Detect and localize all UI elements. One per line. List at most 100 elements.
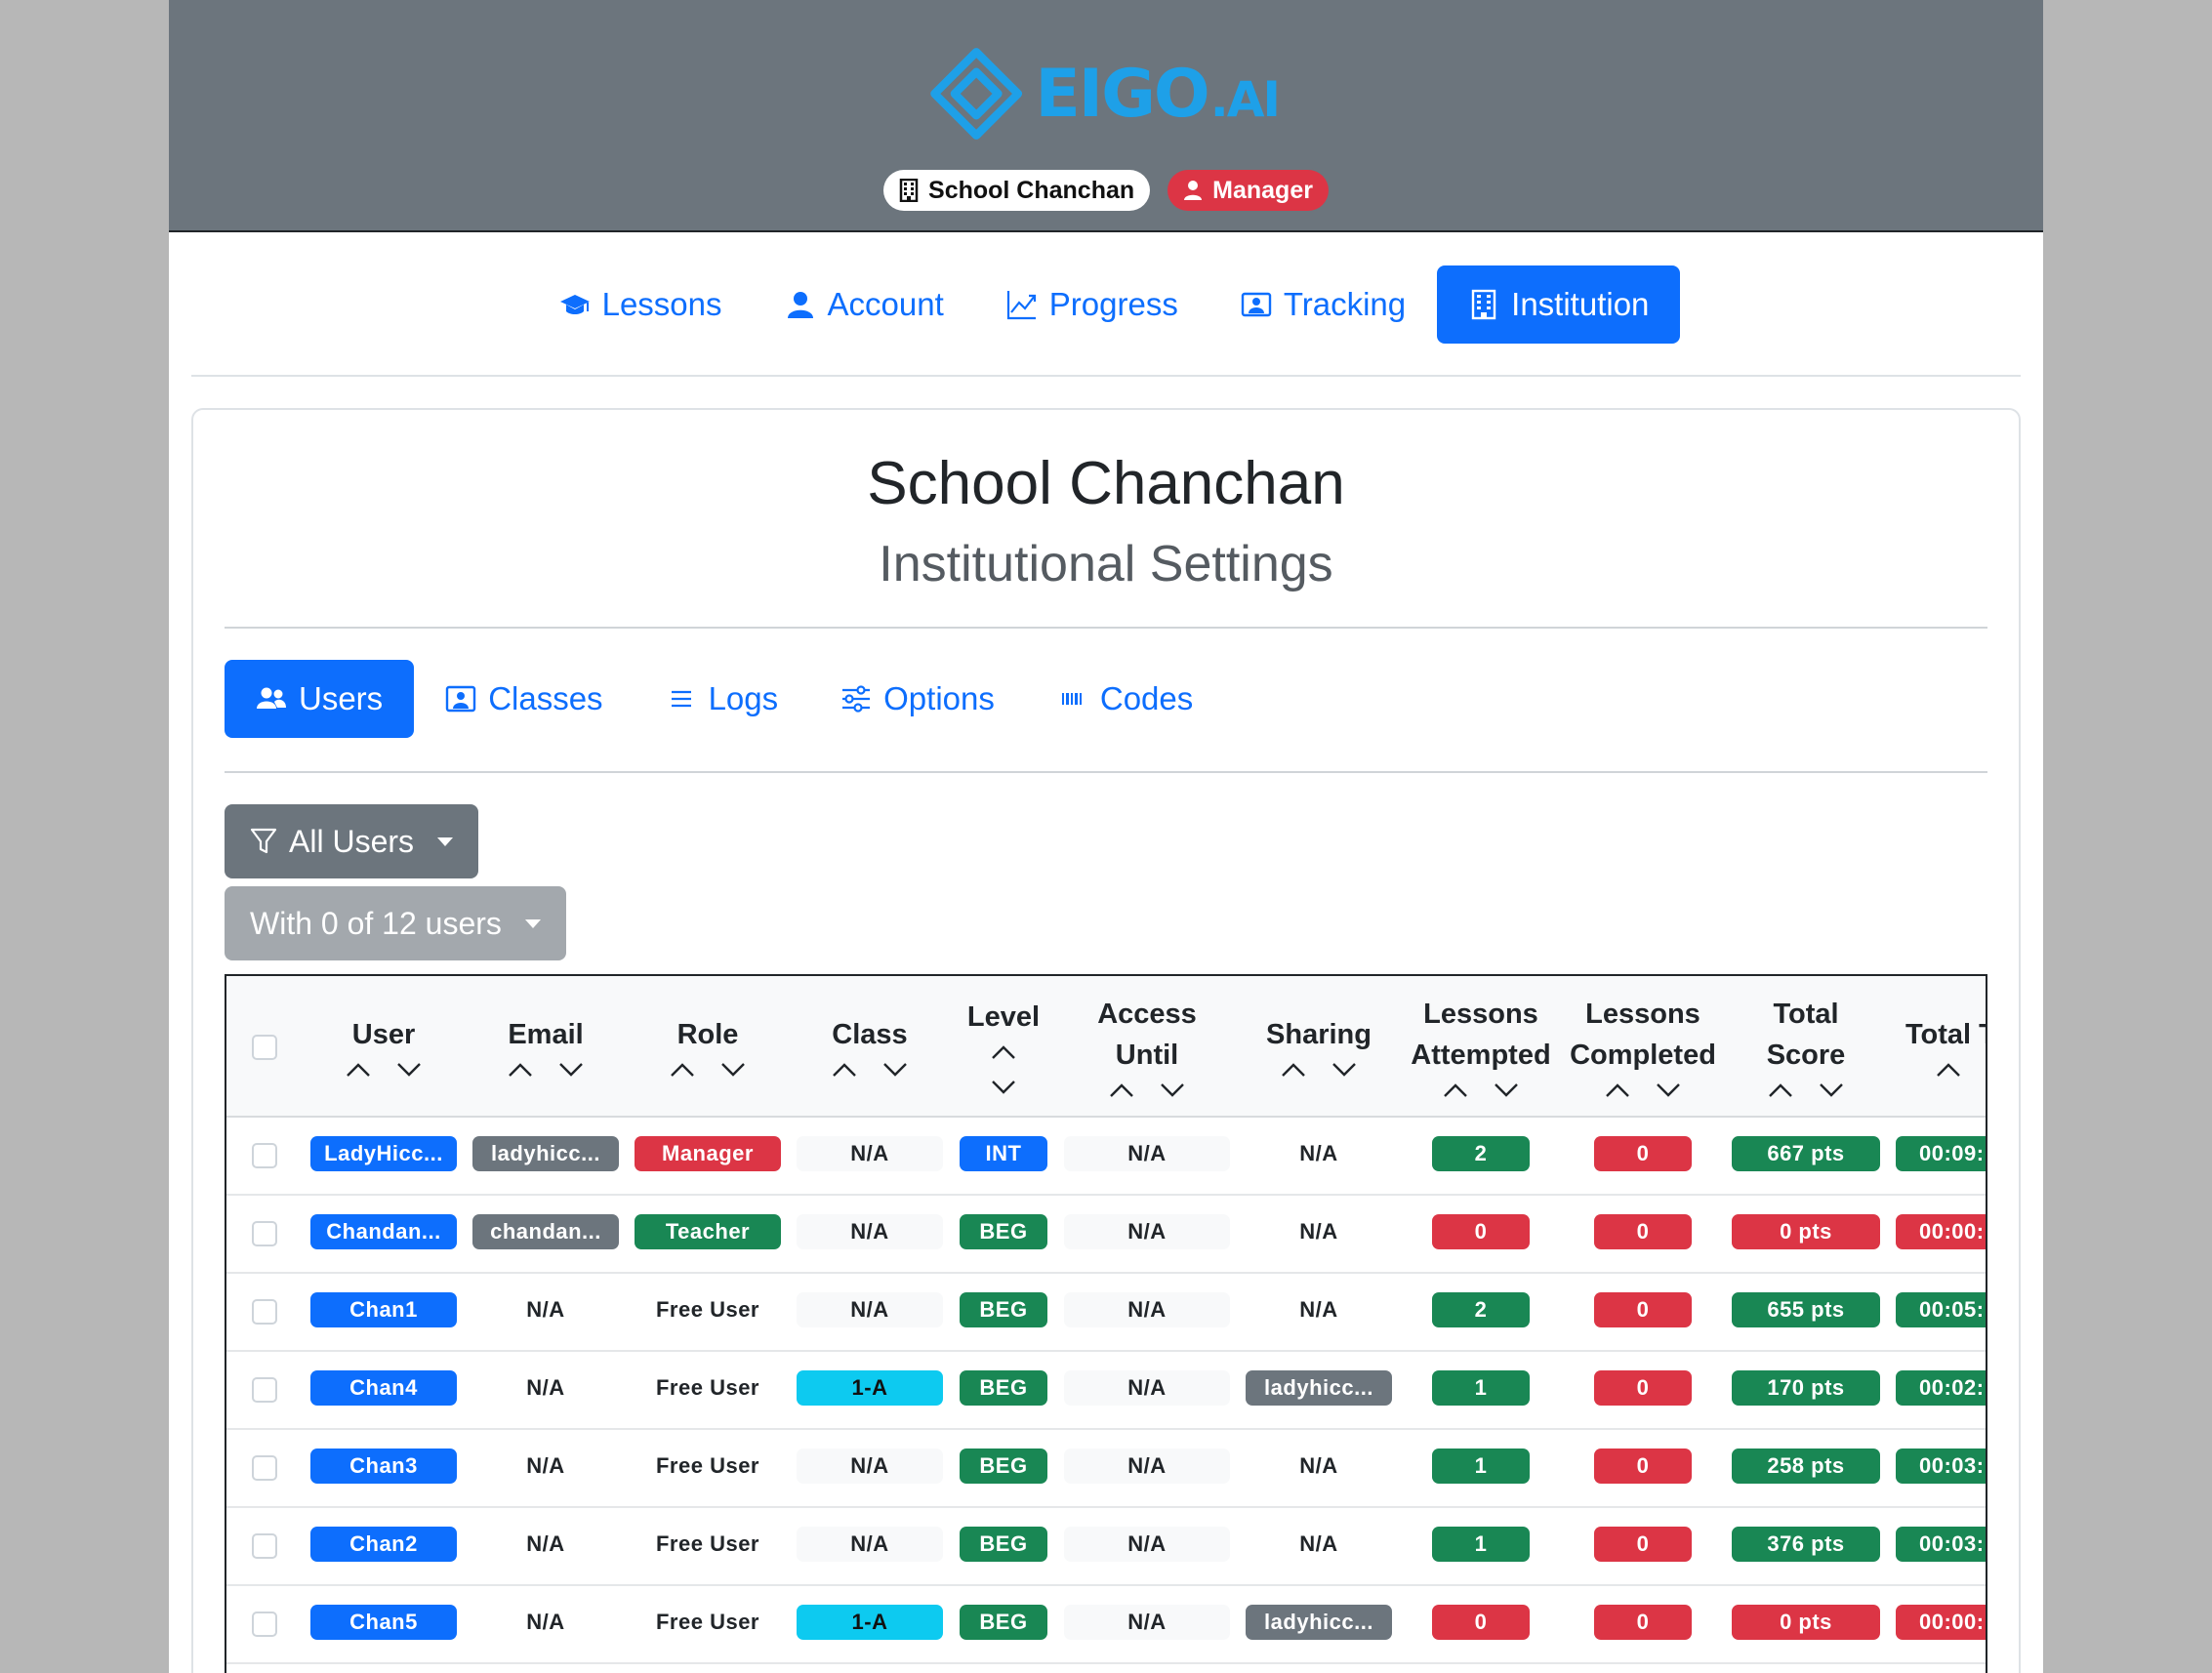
sharing-cell: N/A: [1238, 1507, 1400, 1585]
score-badge: 170 pts: [1732, 1369, 1880, 1406]
access-cell: N/A: [1056, 1585, 1238, 1663]
level-badge[interactable]: BEG: [960, 1448, 1047, 1484]
sort-desc-icon[interactable]: [719, 1061, 747, 1079]
role-badge[interactable]: Manager: [635, 1135, 781, 1171]
level-badge[interactable]: BEG: [960, 1526, 1047, 1562]
tab-logs[interactable]: Logs: [635, 660, 810, 738]
sort-desc-icon[interactable]: [1159, 1081, 1186, 1099]
class-badge[interactable]: N/A: [797, 1448, 943, 1484]
sort-desc-icon[interactable]: [1655, 1081, 1682, 1099]
row-checkbox[interactable]: [252, 1299, 277, 1325]
role-badge[interactable]: Free User: [635, 1604, 781, 1640]
access-badge[interactable]: N/A: [1064, 1135, 1230, 1171]
class-badge[interactable]: N/A: [797, 1291, 943, 1327]
access-badge[interactable]: N/A: [1064, 1369, 1230, 1406]
sharing-badge[interactable]: ladyhicc...: [1246, 1604, 1392, 1640]
level-badge[interactable]: BEG: [960, 1369, 1047, 1406]
sort-desc-icon[interactable]: [990, 1079, 1017, 1096]
sort-asc-icon[interactable]: [1935, 1061, 1962, 1079]
sharing-badge[interactable]: N/A: [1246, 1526, 1392, 1562]
sharing-badge[interactable]: N/A: [1246, 1291, 1392, 1327]
sort-desc-icon[interactable]: [1818, 1081, 1845, 1099]
level-badge[interactable]: BEG: [960, 1291, 1047, 1327]
sort-asc-icon[interactable]: [345, 1061, 372, 1079]
sort-asc-icon[interactable]: [669, 1061, 696, 1079]
email-badge[interactable]: ladyhicc...: [472, 1135, 619, 1171]
bulk-action-dropdown[interactable]: With 0 of 12 users: [225, 886, 566, 960]
row-checkbox[interactable]: [252, 1612, 277, 1637]
sort-desc-icon[interactable]: [395, 1061, 423, 1079]
tab-codes[interactable]: Codes: [1026, 660, 1224, 738]
access-badge[interactable]: N/A: [1064, 1526, 1230, 1562]
sharing-badge[interactable]: N/A: [1246, 1135, 1392, 1171]
email-badge[interactable]: chandan...: [472, 1213, 619, 1249]
level-badge[interactable]: INT: [960, 1135, 1047, 1171]
sort-desc-icon[interactable]: [881, 1061, 909, 1079]
table-row[interactable]: Chan5 N/A Free User 1-A BEG N/A ladyhicc... 0 0 0…: [226, 1585, 1986, 1663]
user-badge[interactable]: Chan1: [310, 1291, 457, 1327]
table-row[interactable]: Chan3 N/A Free User N/A BEG N/A N/A 1 0 258 pts 00…: [226, 1429, 1986, 1507]
nav-account[interactable]: Account: [754, 265, 975, 344]
sort-asc-icon[interactable]: [507, 1061, 534, 1079]
sharing-badge[interactable]: N/A: [1246, 1213, 1392, 1249]
role-badge[interactable]: Free User: [635, 1448, 781, 1484]
sort-asc-icon[interactable]: [1604, 1081, 1631, 1099]
sort-desc-icon[interactable]: [1331, 1061, 1358, 1079]
brand-logo[interactable]: EIGO .AI: [927, 41, 1281, 146]
sort-desc-icon[interactable]: [557, 1061, 585, 1079]
class-badge[interactable]: 1-A: [797, 1369, 943, 1406]
attempted-badge: 1: [1432, 1448, 1530, 1484]
header-total-time: Total Ti: [1888, 976, 1987, 1118]
user-badge[interactable]: Chan5: [310, 1604, 457, 1640]
sort-asc-icon[interactable]: [990, 1043, 1017, 1061]
table-row[interactable]: Chan1 N/A Free User N/A BEG N/A N/A 2 0 655 pts 00…: [226, 1273, 1986, 1351]
sort-asc-icon[interactable]: [1442, 1081, 1469, 1099]
class-badge[interactable]: N/A: [797, 1526, 943, 1562]
nav-lessons[interactable]: Lessons: [528, 265, 754, 344]
access-badge[interactable]: N/A: [1064, 1291, 1230, 1327]
table-row[interactable]: Chan2 N/A Free User N/A BEG N/A N/A 1 0 376 pts 00…: [226, 1507, 1986, 1585]
users-table-container[interactable]: User Email Role Class Level Access Until…: [225, 974, 1987, 1673]
user-badge[interactable]: Chan4: [310, 1369, 457, 1406]
class-badge[interactable]: N/A: [797, 1135, 943, 1171]
table-row[interactable]: Chan4 N/A Free User 1-A BEG N/A ladyhicc... 1 0 1…: [226, 1351, 1986, 1429]
sharing-badge[interactable]: N/A: [1246, 1448, 1392, 1484]
user-badge[interactable]: LadyHicc...: [310, 1135, 457, 1171]
row-checkbox[interactable]: [252, 1377, 277, 1403]
table-row[interactable]: Chandan... chandan... Teacher N/A BEG N/A N/A 0…: [226, 1195, 1986, 1273]
level-badge[interactable]: BEG: [960, 1604, 1047, 1640]
user-badge[interactable]: Chandan...: [310, 1213, 457, 1249]
nav-progress[interactable]: Progress: [975, 265, 1209, 344]
row-checkbox[interactable]: [252, 1143, 277, 1168]
role-badge[interactable]: Teacher: [635, 1213, 781, 1249]
level-badge[interactable]: BEG: [960, 1213, 1047, 1249]
nav-tracking[interactable]: Tracking: [1209, 265, 1437, 344]
role-badge[interactable]: Free User: [635, 1291, 781, 1327]
sharing-badge[interactable]: ladyhicc...: [1246, 1369, 1392, 1406]
table-row[interactable]: LadyHicc... ladyhicc... Manager N/A INT N/A N/…: [226, 1117, 1986, 1195]
tab-classes[interactable]: Classes: [414, 660, 634, 738]
row-checkbox[interactable]: [252, 1221, 277, 1246]
access-badge[interactable]: N/A: [1064, 1213, 1230, 1249]
role-badge[interactable]: Free User: [635, 1369, 781, 1406]
tab-options[interactable]: Options: [809, 660, 1026, 738]
access-badge[interactable]: N/A: [1064, 1448, 1230, 1484]
access-badge[interactable]: N/A: [1064, 1604, 1230, 1640]
sort-asc-icon[interactable]: [1108, 1081, 1135, 1099]
nav-institution[interactable]: Institution: [1437, 265, 1681, 344]
role-badge[interactable]: Free User: [635, 1526, 781, 1562]
sort-asc-icon[interactable]: [1767, 1081, 1794, 1099]
class-badge[interactable]: 1-A: [797, 1604, 943, 1640]
class-badge[interactable]: N/A: [797, 1213, 943, 1249]
user-badge[interactable]: Chan2: [310, 1526, 457, 1562]
tab-users[interactable]: Users: [225, 660, 415, 738]
row-checkbox[interactable]: [252, 1533, 277, 1559]
user-badge[interactable]: Chan3: [310, 1448, 457, 1484]
row-checkbox[interactable]: [252, 1455, 277, 1481]
select-all-checkbox[interactable]: [252, 1034, 277, 1060]
sort-desc-icon[interactable]: [1493, 1081, 1520, 1099]
sort-asc-icon[interactable]: [831, 1061, 858, 1079]
sort-asc-icon[interactable]: [1280, 1061, 1307, 1079]
user-filter-dropdown[interactable]: All Users: [225, 804, 479, 878]
sort-desc-icon[interactable]: [1986, 1061, 1987, 1079]
